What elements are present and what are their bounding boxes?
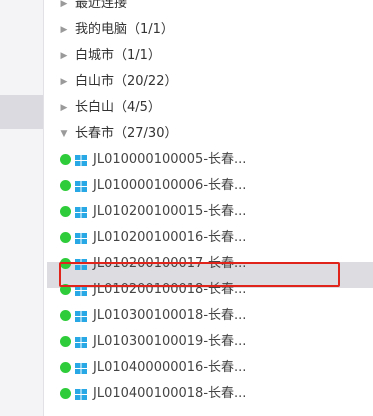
tree-host-label: JL010400100018-长春... <box>93 386 247 401</box>
online-status-icon <box>60 310 71 321</box>
windows-icon <box>75 207 87 218</box>
online-status-icon <box>60 336 71 347</box>
tree-host-item[interactable]: JL010200100016-长春... <box>43 225 373 251</box>
tree-group-label: 白城市（1/1） <box>75 48 161 63</box>
tree-host-label: JL010000100005-长春... <box>93 152 247 167</box>
windows-icon <box>75 363 87 374</box>
tree-host-label: JL010300100018-长春... <box>93 308 247 323</box>
tree-group-recent[interactable]: ▶ 最近连接 <box>43 0 373 17</box>
caret-right-icon[interactable]: ▶ <box>59 95 69 121</box>
tree-host-item[interactable]: JL010200100015-长春... <box>43 199 373 225</box>
tree-group-changbaishan[interactable]: ▶ 长白山（4/5） <box>43 95 373 121</box>
windows-icon <box>75 311 87 322</box>
tree-group-baicheng[interactable]: ▶ 白城市（1/1） <box>43 43 373 69</box>
tree-host-item[interactable]: JL010400100018-长春... <box>43 381 373 407</box>
caret-right-icon[interactable]: ▶ <box>59 0 69 17</box>
tree-host-item[interactable]: JL010000100006-长春... <box>43 173 373 199</box>
tree-host-label: JL010400000016-长春... <box>93 360 247 375</box>
tree-host-item[interactable]: JL010400000016-长春... <box>43 355 373 381</box>
tree-group-label: 白山市（20/22） <box>75 74 178 89</box>
left-panel-selected-item[interactable] <box>0 95 43 129</box>
windows-icon <box>75 285 87 296</box>
windows-icon <box>75 337 87 348</box>
online-status-icon <box>60 180 71 191</box>
tree-group-my-computer[interactable]: ▶ 我的电脑（1/1） <box>43 17 373 43</box>
caret-right-icon[interactable]: ▶ <box>59 17 69 43</box>
windows-icon <box>75 233 87 244</box>
tree-group-label: 我的电脑（1/1） <box>75 22 174 37</box>
tree-host-label: JL010000100006-长春... <box>93 178 247 193</box>
tree-host-label: JL010200100018-长春... <box>93 282 247 297</box>
tree-host-item-selected[interactable]: JL010200100017-长春... <box>43 251 373 277</box>
tree-host-item[interactable]: JL010000100005-长春... <box>43 147 373 173</box>
tree-host-item[interactable]: JL010300100019-长春... <box>43 329 373 355</box>
windows-icon <box>75 259 87 270</box>
online-status-icon <box>60 388 71 399</box>
windows-icon <box>75 155 87 166</box>
tree-group-baishan[interactable]: ▶ 白山市（20/22） <box>43 69 373 95</box>
tree-host-label: JL010200100017-长春... <box>93 256 247 271</box>
tree-host-item[interactable]: JL010200100018-长春... <box>43 277 373 303</box>
online-status-icon <box>60 258 71 269</box>
online-status-icon <box>60 206 71 217</box>
windows-icon <box>75 181 87 192</box>
tree-group-label: 长白山（4/5） <box>75 100 161 115</box>
tree-host-label: JL010200100016-长春... <box>93 230 247 245</box>
caret-right-icon[interactable]: ▶ <box>59 69 69 95</box>
connection-tree: ▶ 最近连接 ▶ 我的电脑（1/1） ▶ 白城市（1/1） ▶ 白山市（20/2… <box>43 0 373 407</box>
windows-icon <box>75 389 87 400</box>
tree-host-item[interactable]: JL010300100018-长春... <box>43 303 373 329</box>
tree-group-label: 最近连接 <box>75 0 128 11</box>
caret-right-icon[interactable]: ▶ <box>59 43 69 69</box>
tree-group-changchun[interactable]: ▼ 长春市（27/30） <box>43 121 373 147</box>
online-status-icon <box>60 284 71 295</box>
online-status-icon <box>60 362 71 373</box>
left-panel <box>0 0 44 416</box>
tree-group-label: 长春市（27/30） <box>75 126 178 141</box>
caret-down-icon[interactable]: ▼ <box>59 121 69 147</box>
tree-host-label: JL010200100015-长春... <box>93 204 247 219</box>
tree-host-label: JL010300100019-长春... <box>93 334 247 349</box>
online-status-icon <box>60 232 71 243</box>
online-status-icon <box>60 154 71 165</box>
